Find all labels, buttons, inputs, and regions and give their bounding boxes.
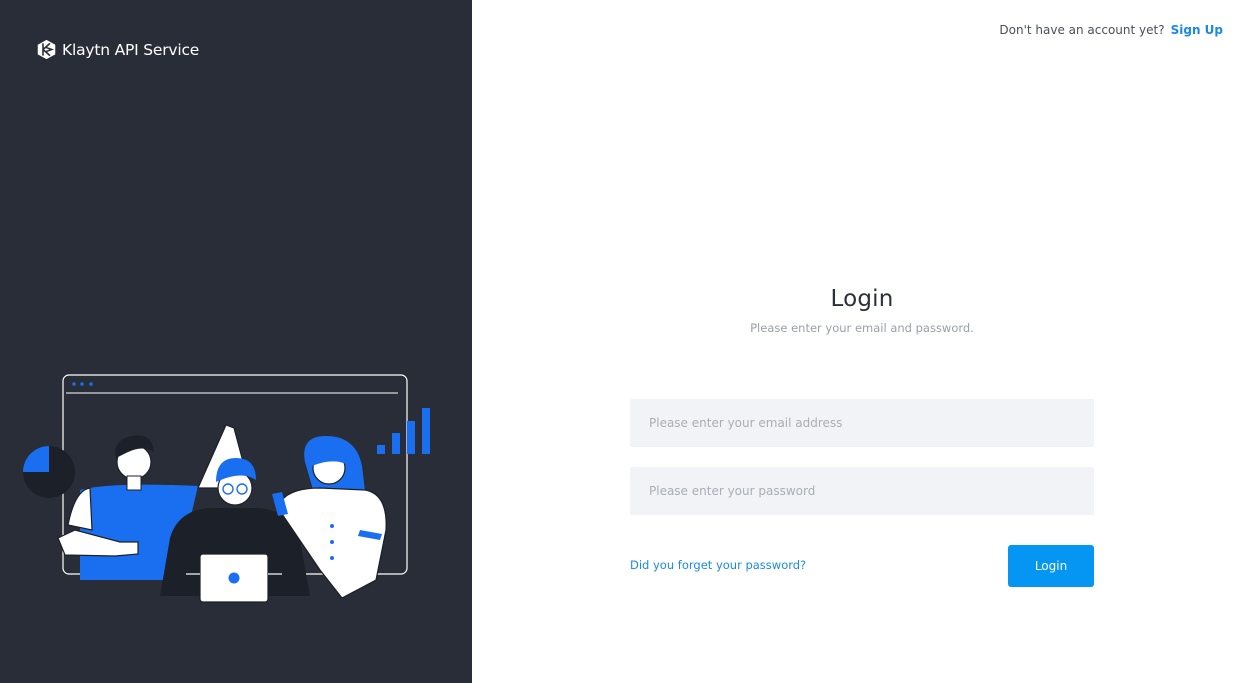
login-panel: Don't have an account yet? Sign Up Login… — [472, 0, 1240, 683]
klaytn-logo-icon — [37, 39, 56, 60]
brand-panel: Klaytn API Service — [0, 0, 472, 683]
password-field[interactable] — [630, 467, 1094, 515]
login-page: Klaytn API Service Don't have an account… — [0, 0, 1240, 683]
brand[interactable]: Klaytn API Service — [36, 39, 199, 60]
login-button[interactable]: Login — [1008, 545, 1094, 587]
login-heading: Login Please enter your email and passwo… — [630, 286, 1094, 335]
team-high-five-illustration — [23, 374, 430, 603]
sign-up-link[interactable]: Sign Up — [1171, 23, 1223, 37]
page-subtitle: Please enter your email and password. — [750, 321, 974, 335]
page-title: Login — [830, 286, 894, 312]
signup-prompt: Don't have an account yet? — [999, 23, 1165, 37]
brand-name: Klaytn API Service — [62, 40, 200, 59]
forgot-password-link[interactable]: Did you forget your password? — [630, 558, 806, 572]
signup-row: Don't have an account yet? Sign Up — [999, 23, 1223, 37]
email-field[interactable] — [630, 399, 1094, 447]
